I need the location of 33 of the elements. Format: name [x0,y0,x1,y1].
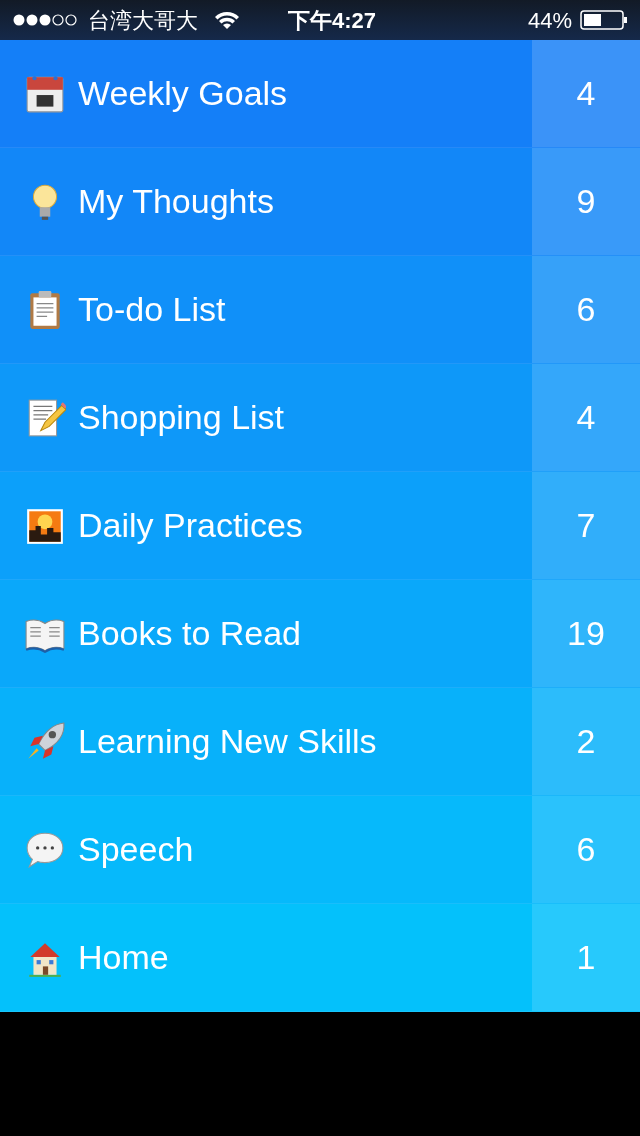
list-title: Home [78,937,169,978]
list-row[interactable]: To-do List 6 [0,256,640,364]
item-count: 1 [532,904,640,1011]
item-count: 4 [532,40,640,147]
list-row[interactable]: Home 1 [0,904,640,1012]
item-count: 7 [532,472,640,579]
list-row[interactable]: Weekly Goals 4 [0,40,640,148]
item-count: 2 [532,688,640,795]
list-row[interactable]: Learning New Skills 2 [0,688,640,796]
list-title: My Thoughts [78,181,274,222]
list-title: Speech [78,829,194,870]
item-count: 19 [532,580,640,687]
list-row[interactable]: Daily Practices 7 [0,472,640,580]
list-row[interactable]: Speech 6 [0,796,640,904]
carrier-name: 台湾大哥大 [88,6,198,35]
list-row[interactable]: My Thoughts 9 [0,148,640,256]
list-title: Daily Practices [78,505,303,546]
item-count: 9 [532,148,640,255]
clock-time: 下午4:27 [288,6,377,35]
wifi-icon [214,10,240,30]
list-row[interactable]: Shopping List 4 [0,364,640,472]
battery-icon [580,10,628,30]
signal-icon [12,13,80,27]
list-row[interactable]: Books to Read 19 [0,580,640,688]
list-title: Learning New Skills [78,721,377,762]
item-count: 4 [532,364,640,471]
list-title: Weekly Goals [78,73,288,114]
list-title: To-do List [78,289,226,330]
list-title: Books to Read [78,613,302,654]
item-count: 6 [532,256,640,363]
item-count: 6 [532,796,640,903]
list-title: Shopping List [78,397,285,438]
battery-percent: 44% [527,6,572,35]
